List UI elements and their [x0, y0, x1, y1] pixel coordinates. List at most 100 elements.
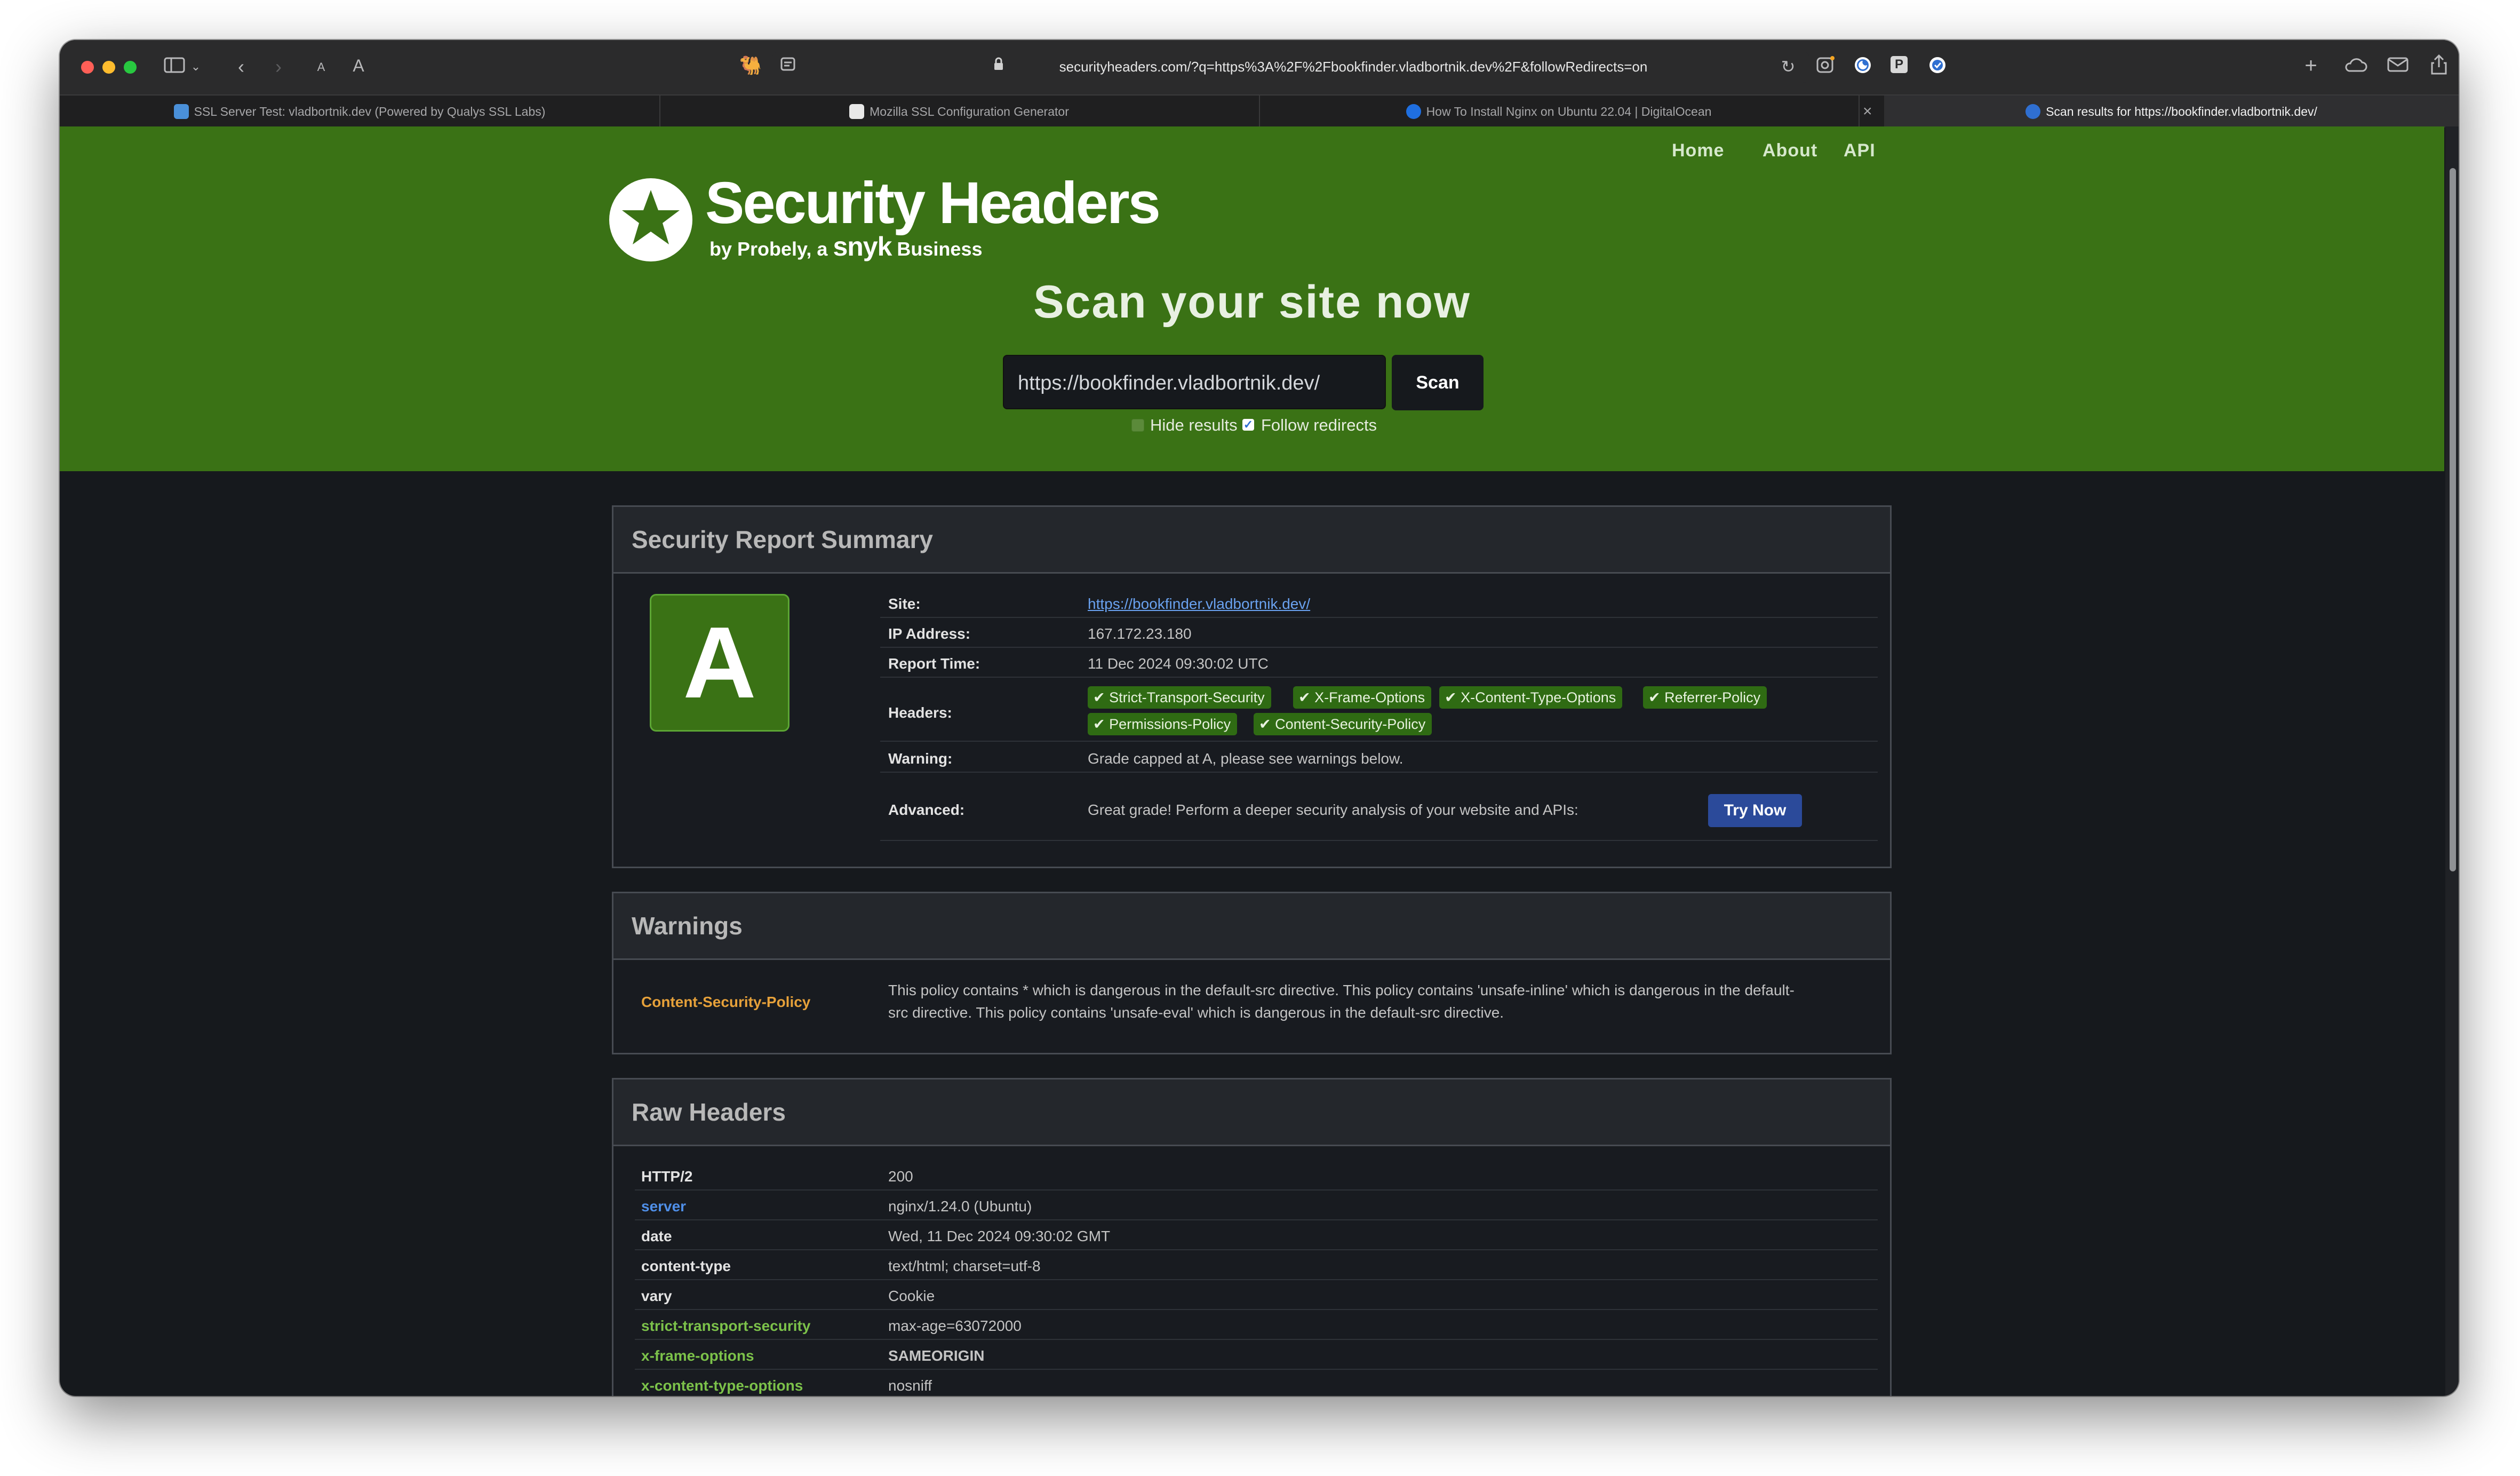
extension-search-icon[interactable] [1815, 56, 1836, 78]
header-pill: ✔ Strict-Transport-Security [1088, 686, 1271, 709]
hide-results-label: Hide results [1150, 416, 1238, 434]
warning-header-name: Content-Security-Policy [641, 994, 811, 1010]
hero-banner: Home About API Security Headers by Probe… [60, 126, 2444, 471]
header-pill: ✔ Content-Security-Policy [1254, 713, 1432, 735]
close-window-button[interactable] [81, 61, 94, 74]
report-time-label: Report Time: [888, 655, 980, 672]
grade-badge: A [650, 594, 790, 732]
raw-header-name: x-content-type-options [641, 1377, 803, 1394]
extension-p-label: P [1891, 56, 1908, 73]
browser-toolbar: ⌄ ‹ › A A 🐫 securityheaders.com/?q=https… [60, 40, 2459, 94]
raw-header-value: nosniff [888, 1377, 932, 1394]
logo-sub-prefix: by Probely, a [709, 238, 828, 260]
digitalocean-favicon-icon [1406, 104, 1421, 119]
logo-subtitle: by Probely, a snyk Business [709, 231, 983, 262]
follow-redirects-label: Follow redirects [1261, 416, 1377, 434]
warning-label: Warning: [888, 750, 953, 767]
raw-header-value: Wed, 11 Dec 2024 09:30:02 GMT [888, 1228, 1111, 1244]
scan-url-input[interactable]: https://bookfinder.vladbortnik.dev/ [1003, 355, 1386, 409]
headers-label: Headers: [888, 704, 952, 721]
tab-digitalocean[interactable]: How To Install Nginx on Ubuntu 22.04 | D… [1259, 96, 1860, 128]
reload-icon[interactable]: ↻ [1777, 56, 1799, 77]
page-menu-icon[interactable] [777, 56, 799, 78]
raw-header-name: x-frame-options [641, 1347, 754, 1364]
ssl-labs-favicon-icon [173, 104, 189, 119]
hide-results-checkbox[interactable] [1131, 419, 1144, 432]
ip-value: 167.172.23.180 [1088, 625, 1192, 642]
extension-moon-icon[interactable] [1852, 56, 1873, 78]
raw-header-name: content-type [641, 1258, 731, 1274]
warning-value: Grade capped at A, please see warnings b… [1088, 750, 1403, 767]
scrollbar-thumb[interactable] [2450, 168, 2456, 871]
header-pill: ✔ X-Frame-Options [1293, 686, 1432, 709]
text-smaller-button[interactable]: A [313, 57, 329, 78]
site-link[interactable]: https://bookfinder.vladbortnik.dev/ [1088, 596, 1310, 613]
nav-about-link[interactable]: About [1763, 140, 1817, 161]
tab-label: Mozilla SSL Configuration Generator [870, 105, 1069, 118]
panel-title: Raw Headers [632, 1098, 786, 1126]
raw-header-name: HTTP/2 [641, 1168, 693, 1185]
logo-star-icon[interactable] [609, 178, 692, 261]
snyk-logo: snyk [833, 232, 892, 261]
scan-button[interactable]: Scan [1392, 355, 1484, 410]
cloud-icon[interactable] [2342, 56, 2369, 77]
tab-bar: SSL Server Test: vladbortnik.dev (Powere… [60, 94, 2459, 128]
warning-text-line-2: src directive. This policy contains 'uns… [888, 1004, 1504, 1021]
mozilla-favicon-icon [849, 104, 865, 119]
tab-mozilla-ssl[interactable]: Mozilla SSL Configuration Generator [659, 96, 1260, 128]
forward-icon[interactable]: › [268, 56, 289, 77]
site-label: Site: [888, 596, 921, 612]
raw-headers-panel: Raw Headers HTTP/2 200 server nginx/1.24… [612, 1078, 1892, 1396]
panel-title: Security Report Summary [632, 526, 933, 553]
hero-title: Scan your site now [1033, 276, 1471, 328]
new-tab-icon[interactable]: + [2300, 55, 2322, 76]
header-pill: ✔ Referrer-Policy [1643, 686, 1767, 709]
tab-label: How To Install Nginx on Ubuntu 22.04 | D… [1426, 105, 1712, 118]
header-pill: ✔ X-Content-Type-Options [1439, 686, 1623, 709]
sidebar-toggle-icon[interactable] [163, 57, 186, 78]
raw-header-name: server [641, 1198, 687, 1215]
nav-api-link[interactable]: API [1844, 140, 1876, 161]
raw-header-value: max-age=63072000 [888, 1318, 1022, 1334]
raw-header-value: SAMEORIGIN [888, 1347, 985, 1364]
raw-header-value: Cookie [888, 1288, 935, 1304]
raw-header-value: nginx/1.24.0 (Ubuntu) [888, 1198, 1032, 1215]
extension-shield-icon[interactable] [1927, 56, 1948, 78]
logo-title[interactable]: Security Headers [705, 169, 1161, 237]
tab-label: Scan results for https://bookfinder.vlad… [2046, 105, 2317, 118]
chevron-down-icon[interactable]: ⌄ [188, 56, 204, 77]
follow-redirects-checkbox[interactable]: ✓ [1242, 419, 1254, 431]
mail-icon[interactable] [2385, 56, 2411, 77]
panel-title: Warnings [632, 912, 743, 940]
close-tab-icon[interactable]: × [1863, 96, 1872, 128]
tab-ssl-labs[interactable]: SSL Server Test: vladbortnik.dev (Powere… [60, 96, 660, 128]
raw-header-name: vary [641, 1288, 672, 1304]
camel-extension-icon[interactable]: 🐫 [735, 55, 767, 76]
header-pill: ✔ Permissions-Policy [1088, 713, 1238, 735]
back-icon[interactable]: ‹ [230, 56, 252, 77]
share-icon[interactable] [2427, 54, 2451, 80]
tab-security-headers[interactable]: Scan results for https://bookfinder.vlad… [1884, 96, 2459, 128]
warnings-panel: Warnings Content-Security-Policy This po… [612, 892, 1892, 1054]
warning-text-line-1: This policy contains * which is dangerou… [888, 982, 1795, 998]
raw-header-value: text/html; charset=utf-8 [888, 1258, 1041, 1274]
security-headers-favicon-icon [2025, 104, 2041, 119]
report-time-value: 11 Dec 2024 09:30:02 UTC [1088, 655, 1269, 672]
extension-p-icon[interactable]: P [1891, 56, 1912, 73]
text-larger-button[interactable]: A [348, 55, 369, 76]
url-text: securityheaders.com/?q=https%3A%2F%2Fboo… [1059, 59, 1648, 75]
advanced-label: Advanced: [888, 802, 965, 818]
nav-home-link[interactable]: Home [1672, 140, 1724, 161]
minimize-window-button[interactable] [102, 61, 115, 74]
raw-header-value: 200 [888, 1168, 913, 1185]
try-now-button[interactable]: Try Now [1708, 794, 1802, 827]
zoom-window-button[interactable] [124, 61, 137, 74]
security-report-summary-panel: Security Report Summary A Site: https://… [612, 505, 1892, 868]
tab-label: SSL Server Test: vladbortnik.dev (Powere… [194, 105, 546, 118]
advanced-value: Great grade! Perform a deeper security a… [1088, 802, 1578, 818]
logo-sub-suffix: Business [897, 238, 983, 260]
raw-header-name: strict-transport-security [641, 1318, 811, 1334]
browser-window: ⌄ ‹ › A A 🐫 securityheaders.com/?q=https… [60, 40, 2459, 1396]
raw-header-name: date [641, 1228, 672, 1244]
ip-label: IP Address: [888, 625, 971, 642]
